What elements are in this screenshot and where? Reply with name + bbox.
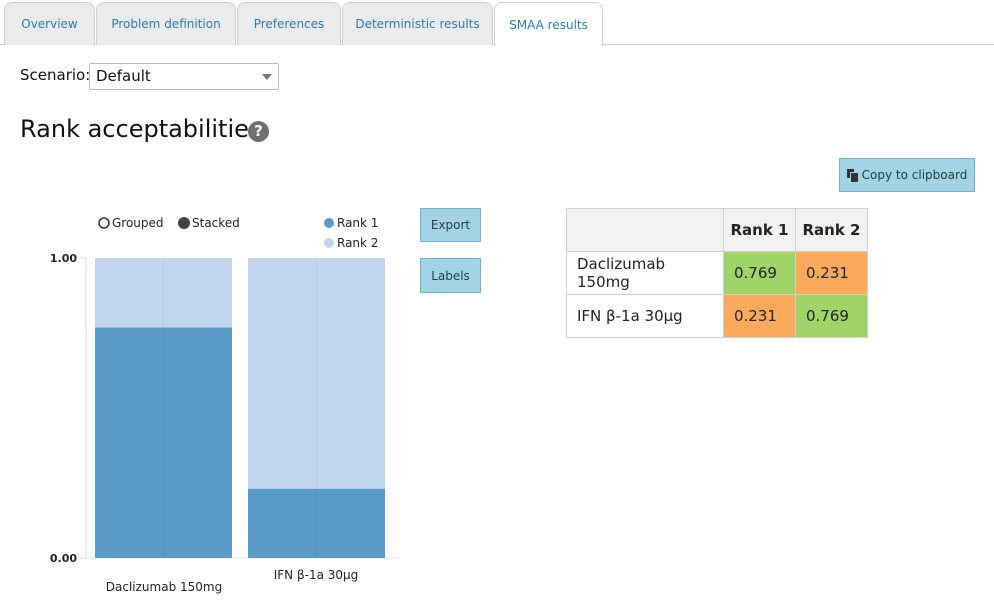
legend-rank2-marker [324, 238, 334, 248]
legend-rank1-label: Rank 1 [337, 216, 378, 230]
clipboard-icon [846, 169, 859, 183]
table-cell-value: 0.231 [723, 294, 796, 338]
legend-rank2-label: Rank 2 [337, 236, 378, 250]
stacked-radio[interactable] [178, 217, 190, 229]
tab-overview[interactable]: Overview [4, 2, 95, 45]
table-cell-name: IFN β-1a 30µg [566, 294, 724, 338]
legend-rank1-marker [324, 218, 334, 228]
x-tick-label-ifn: IFN β-1a 30µg [274, 568, 359, 582]
scenario-label: Scenario: [20, 66, 91, 84]
tab-deterministic-results[interactable]: Deterministic results [342, 2, 493, 45]
grouped-label[interactable]: Grouped [112, 216, 164, 230]
table-cell-value: 0.769 [795, 294, 868, 338]
table-header-corner [566, 208, 724, 252]
tab-problem-definition[interactable]: Problem definition [96, 2, 236, 45]
x-tick-label-daclizumab: Daclizumab 150mg [106, 580, 222, 594]
help-icon[interactable]: ? [248, 121, 269, 142]
table-row: IFN β-1a 30µg 0.231 0.769 [566, 294, 868, 338]
chevron-down-icon [262, 74, 272, 80]
scenario-select[interactable]: Default [89, 63, 279, 90]
rank-acceptability-table: Rank 1 Rank 2 Daclizumab 150mg 0.769 0.2… [566, 208, 868, 338]
export-button[interactable]: Export [420, 208, 481, 242]
tab-smaa-results[interactable]: SMAA results [494, 2, 603, 46]
table-cell-value: 0.769 [723, 251, 796, 295]
y-tick-label-max: 1.00 [50, 252, 77, 265]
grouped-radio[interactable] [98, 217, 110, 229]
rank-acceptability-chart: Grouped Stacked Rank 1 Rank 2 1.00 0.00 … [50, 216, 400, 594]
stacked-label[interactable]: Stacked [192, 216, 240, 230]
copy-to-clipboard-label: Copy to clipboard [861, 168, 968, 182]
table-row: Daclizumab 150mg 0.769 0.231 [566, 251, 868, 295]
table-header-rank2: Rank 2 [795, 208, 868, 252]
table-cell-name: Daclizumab 150mg [566, 251, 724, 295]
tab-bar: Overview Problem definition Preferences … [0, 0, 994, 46]
tab-preferences[interactable]: Preferences [237, 2, 341, 45]
table-header-rank1: Rank 1 [723, 208, 796, 252]
section-title: Rank acceptabilities [20, 115, 262, 143]
scenario-value: Default [96, 67, 151, 85]
labels-button[interactable]: Labels [420, 258, 481, 293]
table-cell-value: 0.231 [795, 251, 868, 295]
table-header-row: Rank 1 Rank 2 [566, 208, 868, 252]
copy-to-clipboard-button[interactable]: Copy to clipboard [839, 158, 975, 192]
y-tick-label-min: 0.00 [50, 552, 77, 565]
